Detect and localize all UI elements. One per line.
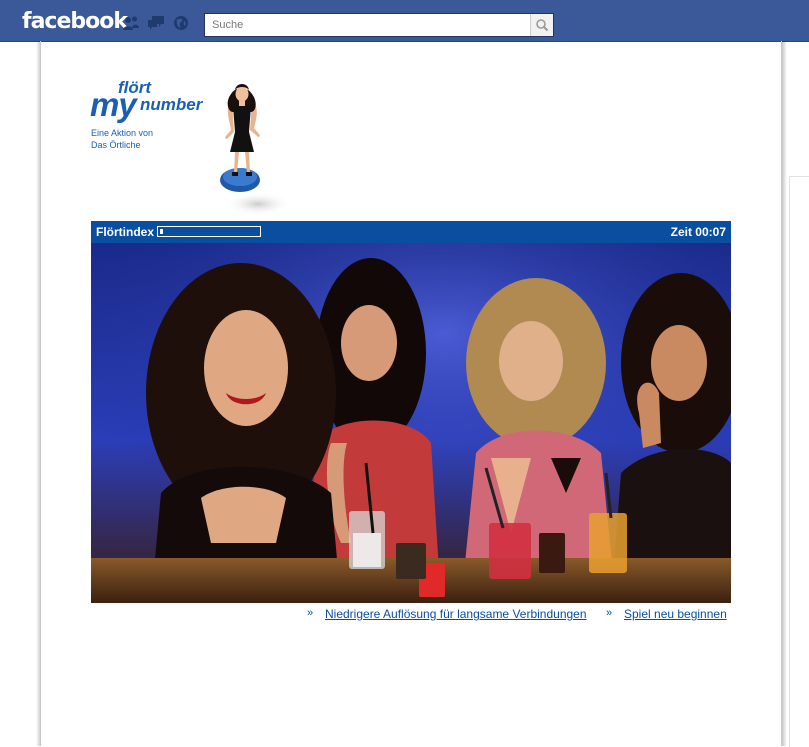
facebook-top-bar: facebook (0, 0, 809, 42)
mascot-woman-illustration (220, 84, 292, 216)
link-arrow-2: » (606, 607, 613, 619)
canvas-shadow-right (782, 41, 787, 746)
messages-icon[interactable] (147, 15, 165, 31)
flirt-index-meter-fill (160, 229, 163, 234)
search-icon (536, 19, 549, 32)
game-timer: Zeit 00:07 (670, 225, 726, 239)
logo-my-text: my (90, 86, 137, 123)
facebook-logo[interactable]: facebook (22, 9, 128, 34)
link-arrow-1: » (307, 607, 314, 619)
game-links: » Niedrigere Auflösung für langsame Verb… (91, 607, 731, 623)
right-column-sliver (789, 176, 809, 747)
facebook-search-box (204, 13, 554, 37)
flirt-index-label: Flörtindex (96, 225, 155, 239)
logo-subline-1: Eine Aktion von (91, 128, 154, 138)
logo-subline-2: Das Örtliche (91, 140, 141, 150)
flirt-index-meter (157, 226, 261, 237)
game-video-player[interactable] (91, 243, 731, 603)
game-status-bar: Flörtindex Zeit 00:07 (91, 221, 731, 243)
search-button[interactable] (530, 14, 553, 36)
search-input[interactable] (205, 14, 532, 36)
friend-requests-icon[interactable] (122, 15, 140, 31)
video-frame-women-at-bar (91, 243, 731, 603)
canvas-border-left (40, 41, 41, 746)
flort-my-number-logo: flört my number Eine Aktion von Das Örtl… (90, 78, 210, 153)
notifications-globe-icon[interactable] (172, 15, 190, 31)
lower-resolution-link[interactable]: Niedrigere Auflösung für langsame Verbin… (325, 607, 587, 621)
logo-number-text: number (140, 95, 203, 114)
restart-game-link[interactable]: Spiel neu beginnen (624, 607, 727, 621)
